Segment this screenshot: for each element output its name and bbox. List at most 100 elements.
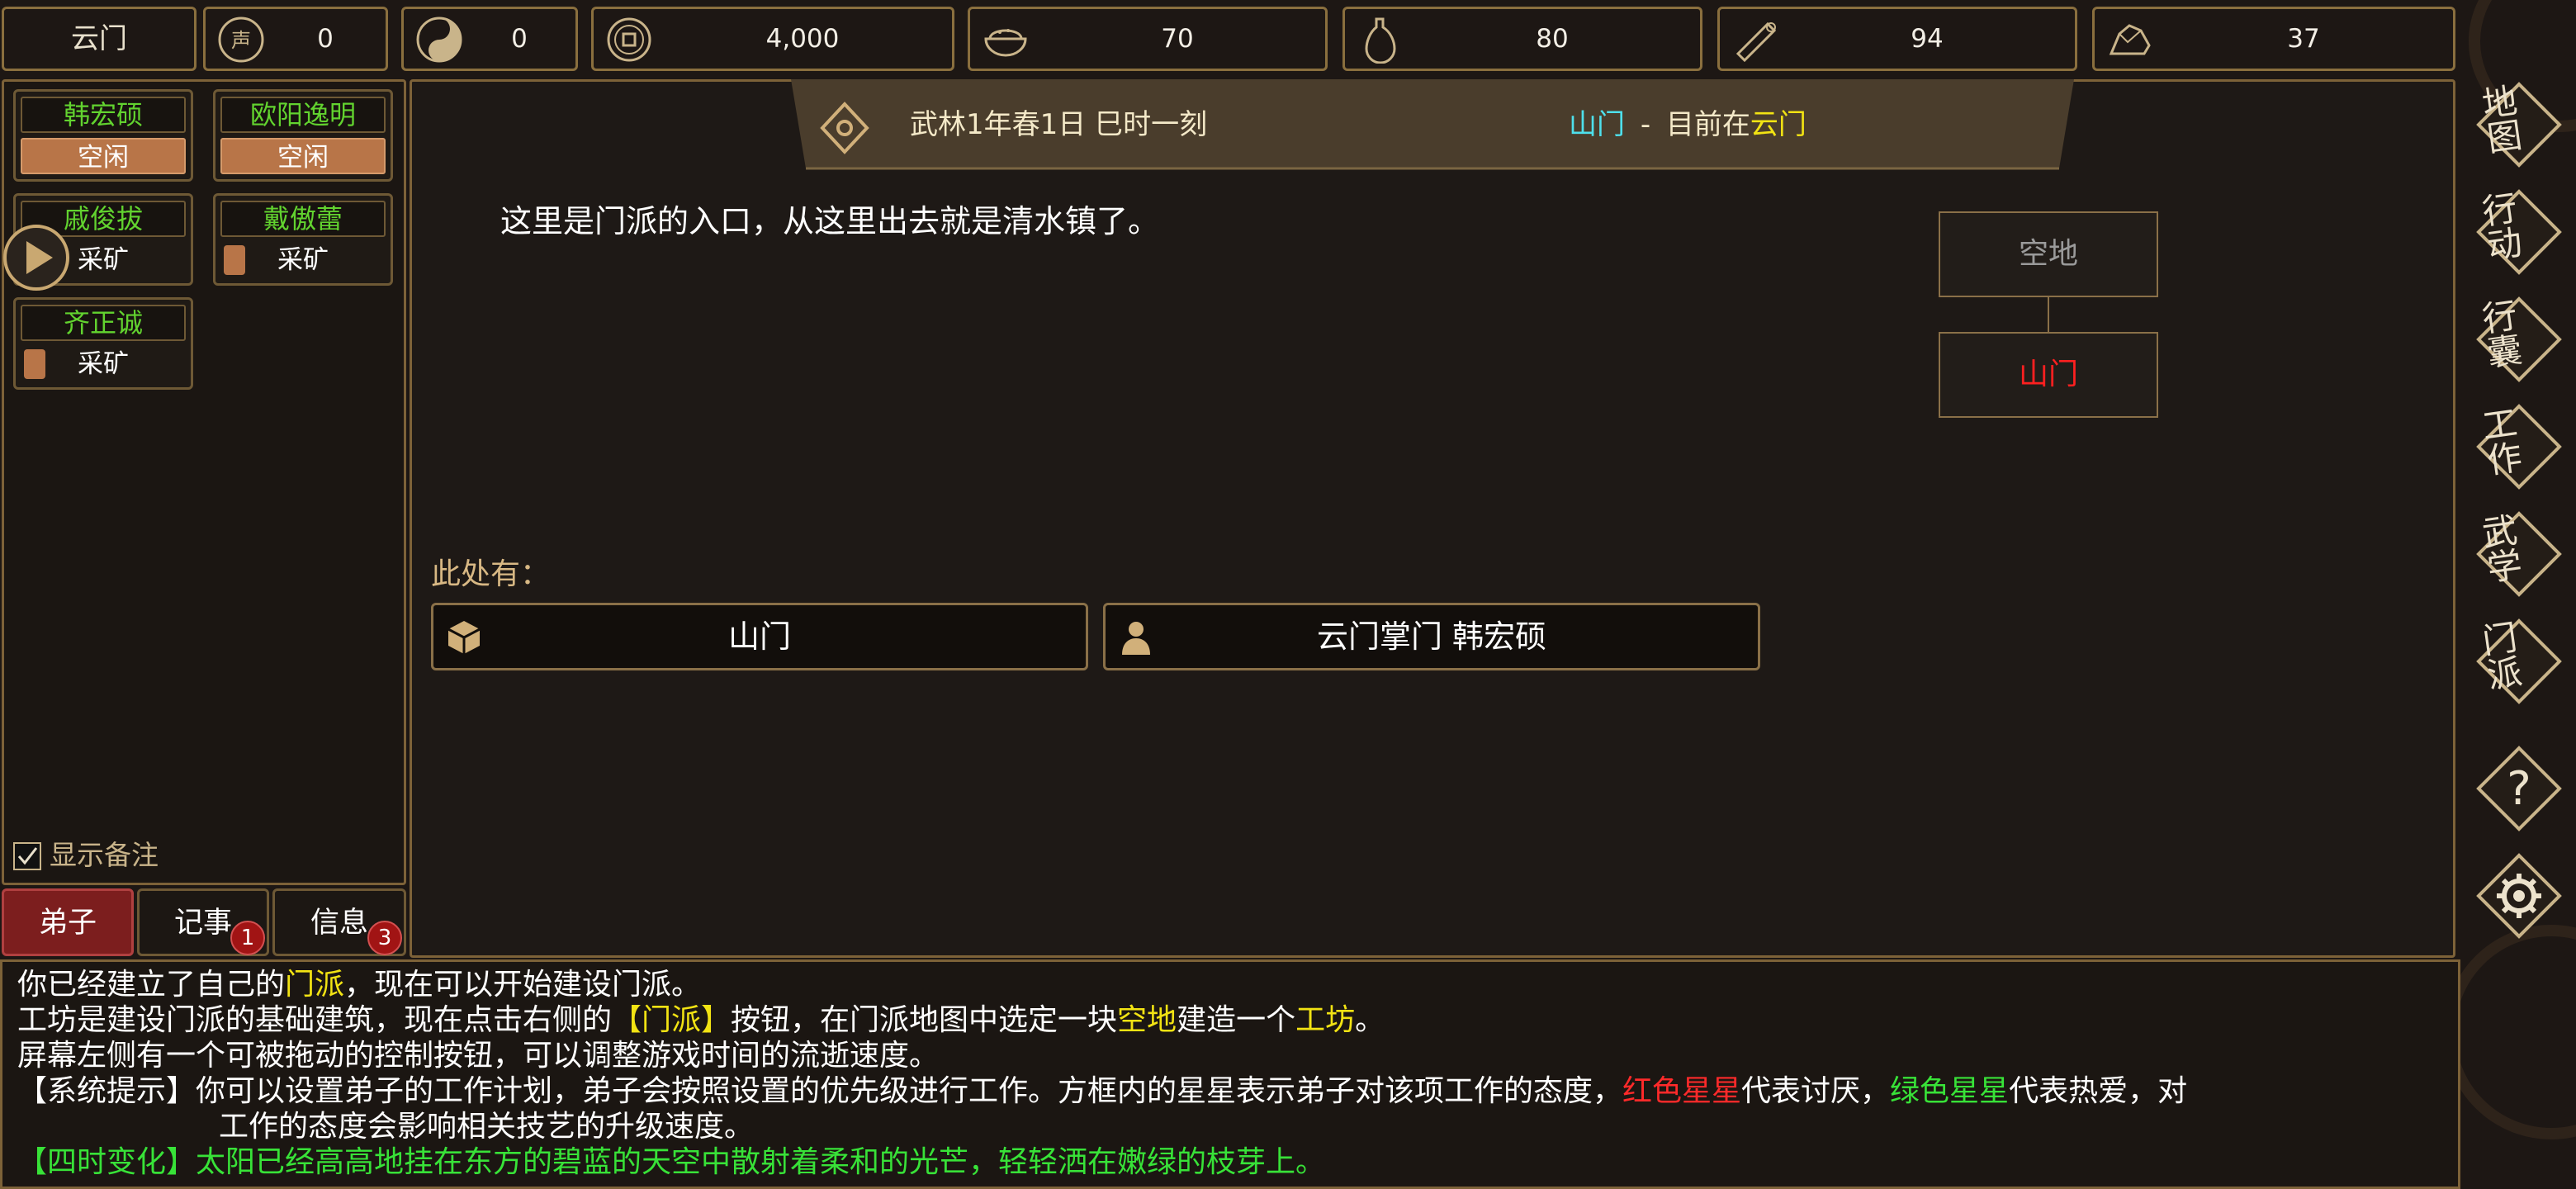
log-highlight-red: 红色星星: [1622, 1074, 1742, 1108]
disciple-name: 戴傲蕾: [220, 201, 386, 237]
disciple-card[interactable]: 齐正诚 采矿: [13, 297, 193, 390]
tab-messages[interactable]: 信息 3: [272, 888, 406, 956]
inventory-button[interactable]: 行囊: [2474, 294, 2564, 385]
time-speed-control[interactable]: [3, 225, 69, 291]
game-date: 武林1年春1日 巳时一刻: [910, 108, 1208, 141]
svg-text:?: ?: [2507, 762, 2531, 816]
disciple-status-label: 采矿: [78, 349, 129, 379]
herbs-value: 80: [1536, 24, 1569, 54]
here-label: 此处有：: [431, 557, 551, 591]
disciple-status: 采矿: [220, 242, 386, 278]
log-line: 工作的态度会影响相关技艺的升级速度。: [219, 1110, 755, 1144]
header-banner: 武林1年春1日 巳时一刻 山门 - 目前在云门: [791, 79, 2074, 172]
tab-chronicle[interactable]: 记事 1: [137, 888, 269, 956]
log-text: ，现在可以开始建设门派。: [344, 968, 702, 1002]
disciple-card[interactable]: 戴傲蕾 采矿: [213, 193, 393, 286]
cube-icon: [447, 621, 481, 654]
wood-resource[interactable]: 94: [1717, 7, 2077, 71]
log-text: 代表热爱，对: [2009, 1074, 2188, 1108]
log-text: 代表讨厌，: [1741, 1074, 1891, 1108]
gear-icon: [2476, 853, 2562, 939]
disciple-name: 齐正诚: [21, 305, 186, 341]
action-button[interactable]: 行动: [2474, 187, 2564, 277]
location-status: 山门 - 目前在云门: [1569, 102, 1807, 147]
tab-label: 弟子: [38, 907, 97, 940]
tab-label: 记事: [173, 907, 232, 940]
settings-button[interactable]: [2474, 850, 2564, 941]
log-text: 你已经建立了自己的: [17, 968, 286, 1002]
work-button[interactable]: 工作: [2474, 401, 2564, 492]
progress-bar: [224, 245, 245, 275]
log-text: 【系统提示】你可以设置弟子的工作计划，弟子会按照设置的优先级进行工作。方框内的星…: [17, 1074, 1623, 1108]
log-highlight-green: 绿色星星: [1890, 1074, 2010, 1108]
yinyang-resource[interactable]: 0: [401, 7, 578, 71]
compass-icon: [820, 102, 869, 154]
log-line: 你已经建立了自己的门派，现在可以开始建设门派。: [17, 967, 2443, 1002]
prestige-icon: 声: [218, 17, 264, 63]
message-log: 你已经建立了自己的门派，现在可以开始建设门派。 工坊是建设门派的基础建筑，现在点…: [0, 959, 2460, 1189]
progress-bar: [24, 349, 45, 379]
rice-bowl-icon: [984, 29, 1027, 57]
log-text: 建造一个: [1177, 1003, 1296, 1037]
prestige-value: 0: [317, 24, 334, 54]
play-icon: [26, 241, 53, 274]
log-line: 【系统提示】你可以设置弟子的工作计划，弟子会按照设置的优先级进行工作。方框内的星…: [17, 1073, 2443, 1109]
tab-disciples[interactable]: 弟子: [2, 888, 134, 956]
entry-label: 山门: [727, 618, 791, 655]
sect-name: 云门: [71, 22, 127, 55]
checkmark-icon: [17, 847, 38, 865]
log-line: 【四时变化】太阳已经高高地挂在东方的碧蓝的天空中散射着柔和的光芒，轻轻洒在嫩绿的…: [17, 1145, 1326, 1179]
disciple-status: 空闲: [21, 138, 186, 174]
disciple-status-label: 采矿: [277, 245, 329, 275]
current-place: 云门: [1750, 108, 1807, 141]
notification-badge: 1: [230, 921, 265, 955]
sect-button[interactable]: 门派: [2474, 616, 2564, 707]
ore-icon: [2109, 24, 2151, 55]
help-button[interactable]: ?: [2474, 743, 2564, 834]
log-text: 按钮，在门派地图中选定一块: [731, 1003, 1118, 1037]
coins-value: 4,000: [765, 24, 840, 54]
yinyang-value: 0: [511, 24, 528, 54]
disciple-name: 欧阳逸明: [220, 97, 386, 133]
herbs-resource[interactable]: 80: [1342, 7, 1702, 71]
entry-sect-leader[interactable]: 云门掌门 韩宏硕: [1103, 603, 1760, 670]
separator: -: [1640, 108, 1651, 141]
gourd-icon: [1365, 17, 1396, 64]
disciple-status: 空闲: [220, 138, 386, 174]
show-notes-label: 显示备注: [50, 839, 159, 871]
ore-resource[interactable]: 37: [2092, 7, 2455, 71]
log-highlight: 门派: [285, 968, 345, 1002]
martial-arts-button[interactable]: 武学: [2474, 509, 2564, 599]
entry-gate[interactable]: 山门: [431, 603, 1088, 670]
map-node-empty[interactable]: 空地: [1939, 211, 2158, 297]
location-name: 山门: [1569, 108, 1625, 141]
log-icon: [1735, 21, 1777, 63]
coins-resource[interactable]: 4,000: [591, 7, 954, 71]
map-connector: [2048, 297, 2049, 332]
sect-name-box[interactable]: 云门: [2, 7, 197, 71]
log-highlight: 工坊: [1295, 1003, 1356, 1037]
current-prefix: 目前在: [1665, 108, 1750, 141]
food-resource[interactable]: 70: [968, 7, 1328, 71]
help-icon: ?: [2476, 746, 2562, 831]
wood-value: 94: [1911, 24, 1944, 54]
disciple-card[interactable]: 韩宏硕 空闲: [13, 89, 193, 182]
log-text: 工坊是建设门派的基础建筑，现在点击右侧的: [17, 1003, 613, 1037]
map-button[interactable]: 地图: [2474, 79, 2564, 170]
log-text: 。: [1355, 1003, 1385, 1037]
log-line: 工坊是建设门派的基础建筑，现在点击右侧的【门派】按钮，在门派地图中选定一块空地建…: [17, 1002, 2443, 1038]
log-highlight: 空地: [1117, 1003, 1177, 1037]
disciple-card[interactable]: 欧阳逸明 空闲: [213, 89, 393, 182]
location-description: 这里是门派的入口，从这里出去就是清水镇了。: [500, 203, 1160, 239]
person-icon: [1122, 622, 1150, 655]
yinyang-icon: [416, 17, 462, 63]
prestige-resource[interactable]: 声 0: [203, 7, 388, 71]
notification-badge: 3: [367, 921, 402, 955]
map-node-current[interactable]: 山门: [1939, 332, 2158, 418]
background-swirl: [2444, 925, 2576, 1139]
svg-text:声: 声: [231, 29, 251, 52]
disciple-status: 采矿: [21, 346, 186, 382]
disciple-name: 韩宏硕: [21, 97, 186, 133]
disciple-status-label: 采矿: [78, 245, 129, 275]
show-notes-checkbox[interactable]: [13, 842, 41, 870]
